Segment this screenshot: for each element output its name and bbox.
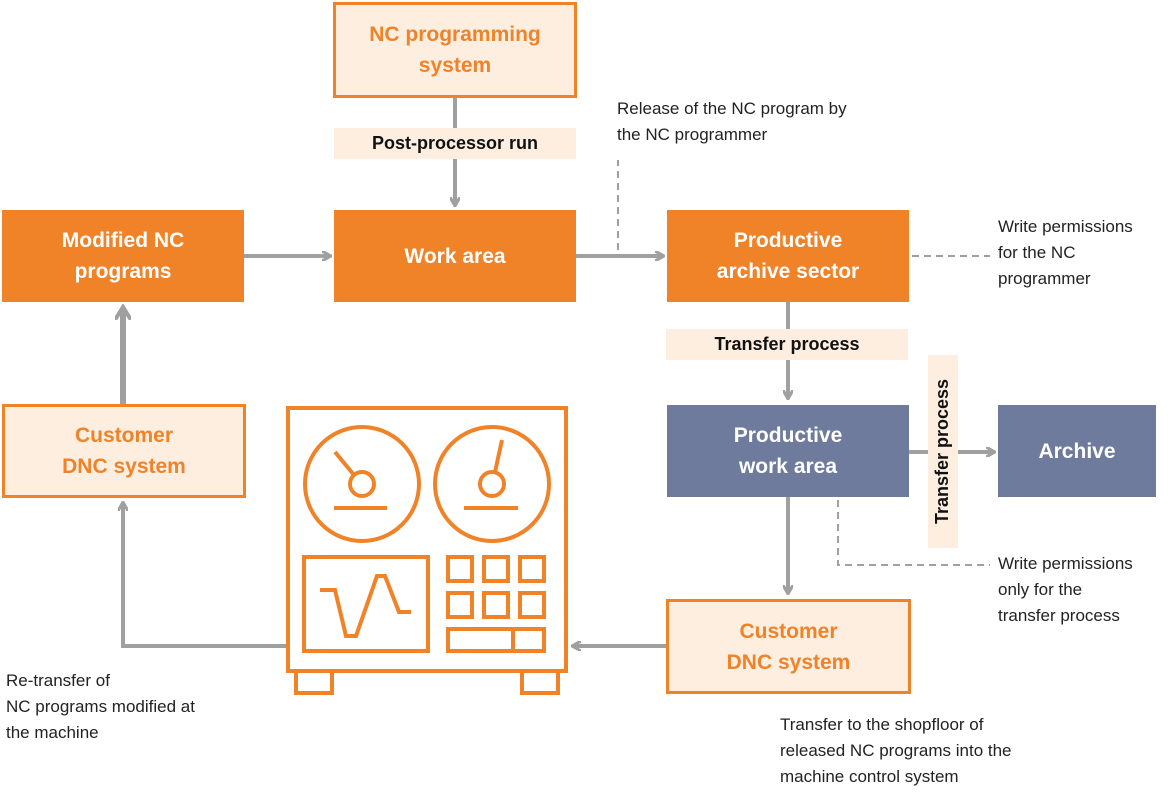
node-customer-dnc-bottom: Customer DNC system [666,599,911,694]
node-work-area: Work area [334,210,576,302]
note-write-nc: Write permissions for the NC programmer [998,217,1133,288]
note-release: Release of the NC program by the NC prog… [617,99,847,144]
node-nc-programming-system: NC programming system [333,2,577,98]
node-customer-dnc-left: Customer DNC system [2,404,246,498]
node-archive: Archive [998,405,1156,497]
node-productive-work-area: Productive work area [667,405,909,497]
note-retransfer: Re-transfer of NC programs modified at t… [6,671,195,742]
label-transfer-process: Transfer process [666,329,908,360]
note-shopfloor: Transfer to the shopfloor of released NC… [780,715,1012,786]
label-transfer-process-vertical: Transfer process [928,355,958,548]
machine-control-icon [286,406,568,695]
dashed-write-transfer [837,500,990,566]
label-post-processor-run: Post-processor run [334,128,576,159]
arrow-machine-to-dnc-left [123,503,288,648]
node-modified-nc-programs: Modified NC programs [2,210,244,302]
note-write-transfer: Write permissions only for the transfer … [998,554,1133,625]
label-transfer-process-vertical-text: Transfer process [932,378,953,525]
node-productive-archive-sector: Productive archive sector [667,210,909,302]
